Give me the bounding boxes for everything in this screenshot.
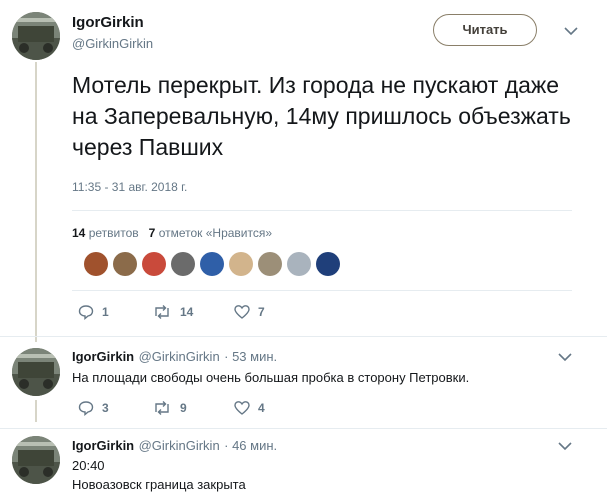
user-handle[interactable]: @GirkinGirkin <box>72 36 153 51</box>
user-handle[interactable]: @GirkinGirkin <box>139 438 220 453</box>
chevron-down-icon[interactable] <box>564 26 578 36</box>
chevron-down-icon[interactable] <box>558 441 572 451</box>
reply-time[interactable]: · 46 мин. <box>224 438 277 453</box>
heart-icon <box>234 401 250 415</box>
retweets-label[interactable]: ретвитов <box>89 226 139 240</box>
divider <box>0 428 607 429</box>
reply-count: 3 <box>102 401 109 415</box>
liker-avatar[interactable] <box>84 252 108 276</box>
retweet-count: 9 <box>180 401 187 415</box>
thread-line <box>35 62 37 342</box>
like-button[interactable]: 4 <box>234 400 265 416</box>
reply-button[interactable]: 3 <box>78 400 109 416</box>
follow-button[interactable]: Читать <box>433 14 537 46</box>
thread-line <box>35 400 37 422</box>
reply-icon <box>78 305 94 320</box>
like-count: 7 <box>258 305 265 319</box>
tweet-timestamp[interactable]: 11:35 - 31 авг. 2018 г. <box>72 180 187 194</box>
display-name[interactable]: IgorGirkin <box>72 14 144 31</box>
liker-avatar[interactable] <box>200 252 224 276</box>
retweet-button[interactable]: 14 <box>152 304 193 320</box>
liker-avatar[interactable] <box>258 252 282 276</box>
reply-time[interactable]: · 53 мин. <box>224 349 277 364</box>
liker-avatar[interactable] <box>287 252 311 276</box>
retweet-icon <box>155 305 169 319</box>
retweet-icon <box>155 401 169 415</box>
user-handle[interactable]: @GirkinGirkin <box>139 349 220 364</box>
tweet-text: Мотель перекрыт. Из города не пускают да… <box>72 72 571 160</box>
liker-avatar[interactable] <box>229 252 253 276</box>
retweet-count: 14 <box>180 305 194 319</box>
tweet-stats: 14 ретвитов 7 отметок «Нравится» <box>72 226 272 240</box>
divider <box>72 210 572 211</box>
chevron-down-icon[interactable] <box>558 352 572 362</box>
heart-icon <box>234 305 250 319</box>
likes-count[interactable]: 7 <box>149 226 156 240</box>
display-name[interactable]: IgorGirkin <box>72 349 134 364</box>
tweet-actions: 1 14 7 <box>78 304 378 322</box>
liker-avatar[interactable] <box>142 252 166 276</box>
retweets-count[interactable]: 14 <box>72 226 85 240</box>
avatar[interactable] <box>12 348 60 396</box>
retweet-button[interactable]: 9 <box>152 400 187 416</box>
avatar[interactable] <box>12 436 60 484</box>
tweet-actions: 3 9 4 <box>78 400 378 418</box>
liker-avatar[interactable] <box>113 252 137 276</box>
avatar[interactable] <box>12 12 60 60</box>
liker-avatar[interactable] <box>316 252 340 276</box>
divider <box>72 290 572 291</box>
reply-text: На площади свободы очень большая пробка … <box>72 370 470 385</box>
reply-header: IgorGirkin @GirkinGirkin · 53 мин. <box>72 348 277 366</box>
like-count: 4 <box>258 401 265 415</box>
reply-button[interactable]: 1 <box>78 304 109 320</box>
reply-text-line-2: Новоазовск граница закрыта <box>72 477 246 492</box>
display-name[interactable]: IgorGirkin <box>72 438 134 453</box>
reply-header: IgorGirkin @GirkinGirkin · 46 мин. <box>72 437 277 455</box>
likes-label[interactable]: отметок «Нравится» <box>159 226 272 240</box>
like-button[interactable]: 7 <box>234 304 265 320</box>
reply-count: 1 <box>102 305 109 319</box>
reply-text-line-1: 20:40 <box>72 458 105 473</box>
divider <box>0 336 607 337</box>
liker-avatar[interactable] <box>171 252 195 276</box>
reply-icon <box>78 401 94 416</box>
